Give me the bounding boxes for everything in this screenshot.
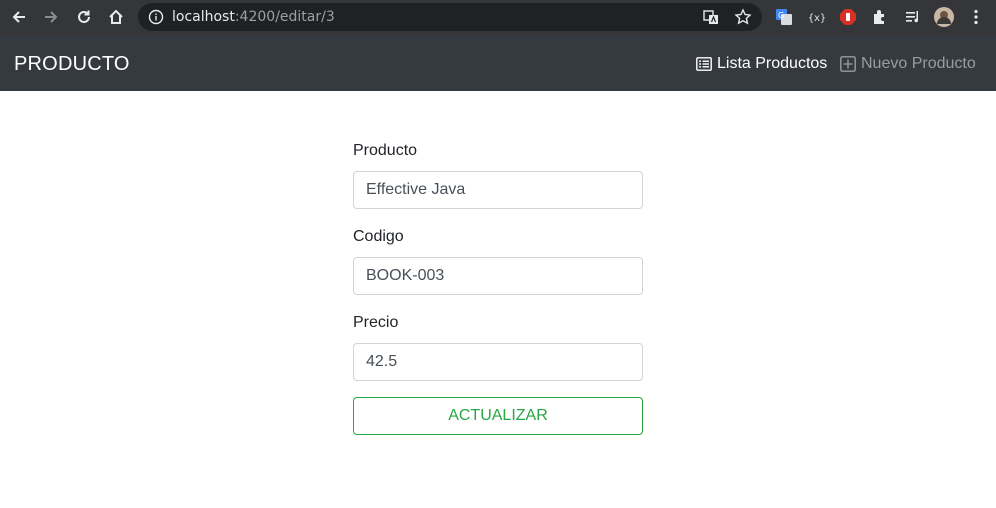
navbar-brand[interactable]: PRODUCTO (14, 52, 130, 76)
precio-input[interactable] (353, 343, 643, 381)
media-button[interactable] (903, 7, 923, 27)
adblock-extension-button[interactable] (838, 7, 858, 27)
kebab-menu-icon (974, 9, 978, 25)
info-icon[interactable] (148, 9, 164, 25)
profile-avatar[interactable] (934, 7, 954, 27)
reload-button[interactable] (71, 4, 97, 30)
codigo-label: Codigo (353, 228, 404, 245)
forward-button[interactable] (38, 4, 64, 30)
producto-label: Producto (353, 142, 418, 159)
url-text: localhost:4200/editar/3 (172, 9, 335, 25)
playlist-icon (906, 11, 918, 23)
avatar-icon (934, 7, 954, 27)
svg-text:G: G (778, 11, 784, 20)
producto-input[interactable] (353, 171, 643, 209)
plus-square-icon (840, 56, 856, 72)
actualizar-button[interactable]: ACTUALIZAR (353, 397, 643, 435)
browser-menu-button[interactable] (966, 7, 986, 27)
braces-icon: {x} (808, 13, 825, 24)
puzzle-icon (874, 10, 884, 24)
svg-text:{x}: {x} (808, 13, 825, 24)
browser-toolbar: localhost:4200/editar/3 G {x} (0, 0, 996, 35)
nav-link-label: Nuevo Producto (861, 55, 976, 72)
translate-icon[interactable] (702, 8, 720, 26)
back-button[interactable] (6, 4, 32, 30)
extensions-button[interactable] (870, 7, 890, 27)
home-button[interactable] (103, 4, 129, 30)
list-icon (696, 57, 712, 71)
star-icon[interactable] (734, 8, 752, 26)
google-translate-icon: G (776, 9, 792, 25)
precio-label: Precio (353, 314, 399, 331)
reload-icon (78, 10, 90, 23)
nav-link-label: Lista Productos (717, 55, 828, 72)
address-bar[interactable]: localhost:4200/editar/3 (138, 3, 762, 31)
json-extension-button[interactable]: {x} (806, 7, 826, 27)
arrow-right-icon (45, 11, 58, 23)
arrow-left-icon (12, 11, 25, 23)
nav-link-nuevo-producto[interactable]: Nuevo Producto (840, 54, 976, 74)
stop-hand-icon (840, 9, 856, 25)
codigo-input[interactable] (353, 257, 643, 295)
translate-extension-button[interactable]: G (774, 7, 794, 27)
nav-link-lista-productos[interactable]: Lista Productos (696, 54, 827, 74)
app-navbar: PRODUCTO Lista Productos Nuevo Producto (0, 35, 996, 91)
home-icon (109, 9, 123, 24)
